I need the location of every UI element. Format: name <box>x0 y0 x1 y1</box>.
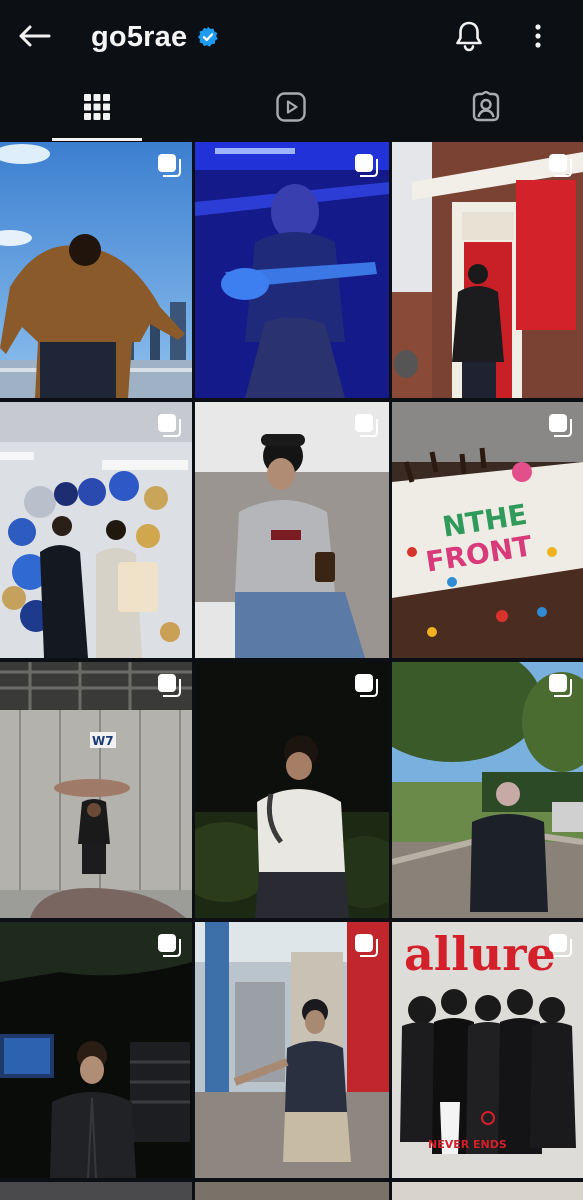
multiple-photos-icon <box>355 674 378 697</box>
post-thumbnail[interactable] <box>0 1182 192 1200</box>
multiple-photos-icon <box>549 934 572 957</box>
tab-reels[interactable] <box>194 72 388 142</box>
username-title[interactable]: go5rae <box>91 21 187 54</box>
multiple-photos-icon <box>355 154 378 177</box>
post-thumbnail[interactable]: NTHE FRONT <box>392 402 583 658</box>
multiple-photos-icon <box>158 934 181 957</box>
tab-grid[interactable] <box>0 72 194 142</box>
profile-header: go5rae <box>0 0 583 72</box>
reels-icon <box>276 92 306 122</box>
post-thumbnail[interactable] <box>0 402 192 658</box>
post-image: W7 <box>0 662 192 918</box>
back-button[interactable] <box>14 18 54 54</box>
post-thumbnail[interactable] <box>0 922 192 1178</box>
more-vertical-icon <box>535 24 541 48</box>
post-thumbnail[interactable]: allure NEVER ENDS <box>392 922 583 1178</box>
tab-tagged[interactable] <box>389 72 583 142</box>
grid-icon <box>84 94 110 120</box>
multiple-photos-icon <box>549 674 572 697</box>
post-image <box>0 402 192 658</box>
post-thumbnail[interactable] <box>195 922 389 1178</box>
post-thumbnail[interactable] <box>0 142 192 398</box>
post-image <box>0 922 192 1178</box>
post-thumbnail[interactable] <box>392 662 583 918</box>
multiple-photos-icon <box>158 154 181 177</box>
multiple-photos-icon <box>158 414 181 437</box>
post-thumbnail[interactable] <box>195 662 389 918</box>
active-tab-indicator <box>52 138 142 141</box>
magazine-title: allure <box>404 927 556 981</box>
back-arrow-icon <box>19 25 51 47</box>
post-thumbnail[interactable] <box>195 142 389 398</box>
profile-tabs <box>0 72 583 142</box>
post-thumbnail[interactable]: W7 <box>0 662 192 918</box>
tagged-person-icon <box>472 91 500 122</box>
multiple-photos-icon <box>158 674 181 697</box>
more-options-button[interactable] <box>522 18 554 54</box>
post-image <box>392 662 583 918</box>
post-thumbnail[interactable] <box>392 142 583 398</box>
title-group: go5rae <box>91 18 219 56</box>
verified-badge-icon <box>197 26 219 48</box>
post-thumbnail[interactable] <box>195 402 389 658</box>
post-thumbnail[interactable] <box>195 1182 389 1200</box>
post-image <box>195 142 389 398</box>
post-image <box>195 402 389 658</box>
post-image: allure NEVER ENDS <box>392 922 583 1178</box>
post-image <box>0 142 192 398</box>
bell-icon <box>456 21 482 52</box>
post-image <box>195 662 389 918</box>
post-image <box>195 922 389 1178</box>
post-image <box>392 142 583 398</box>
notifications-button[interactable] <box>450 17 488 55</box>
magazine-subtitle: NEVER ENDS <box>428 1138 507 1151</box>
multiple-photos-icon <box>549 154 572 177</box>
multiple-photos-icon <box>355 934 378 957</box>
post-thumbnail[interactable] <box>392 1182 583 1200</box>
multiple-photos-icon <box>549 414 572 437</box>
post-image: NTHE FRONT <box>392 402 583 658</box>
sign-w7: W7 <box>92 734 114 748</box>
multiple-photos-icon <box>355 414 378 437</box>
